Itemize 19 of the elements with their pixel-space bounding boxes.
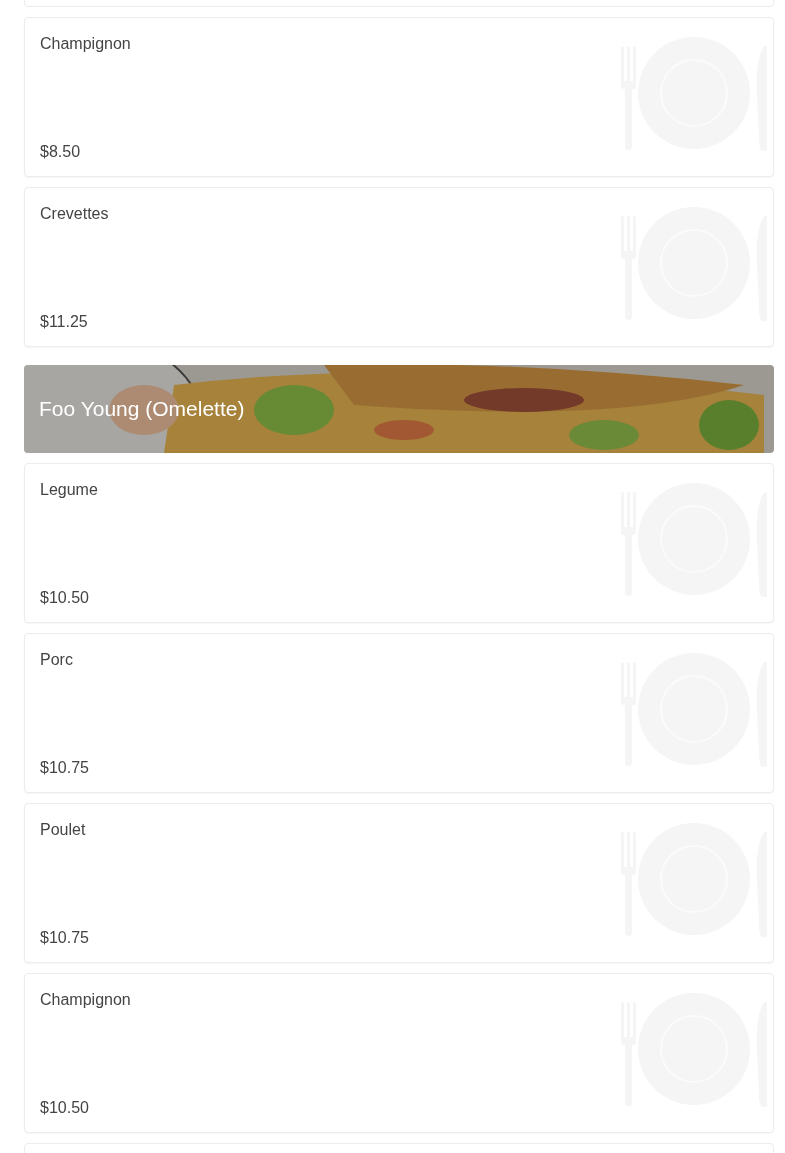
menu-item-card[interactable]: Champignon $10.50 — [24, 973, 774, 1133]
item-price: $10.50 — [40, 1098, 90, 1118]
item-price: $10.75 — [40, 758, 90, 778]
category-title: Foo Young (Omelette) — [39, 396, 245, 423]
menu-item-card[interactable]: Poulet $10.75 — [24, 803, 774, 963]
menu-item-card[interactable]: Champignon $8.50 — [24, 17, 774, 177]
menu-item-card[interactable]: Crevettes $11.25 — [24, 187, 774, 347]
item-price: $10.75 — [40, 928, 90, 948]
item-name: Champignon — [40, 34, 132, 54]
item-price: $11.25 — [40, 312, 89, 332]
menu-item-card[interactable]: Porc $10.75 — [24, 633, 774, 793]
item-name: Champignon — [40, 990, 132, 1010]
item-name: Porc — [40, 650, 74, 670]
item-price: $10.50 — [40, 588, 90, 608]
item-price: $8.50 — [40, 142, 82, 162]
item-name: Legume — [40, 480, 99, 500]
menu-item-card[interactable]: Legume $10.50 — [24, 463, 774, 623]
item-name: Crevettes — [40, 204, 110, 224]
item-name: Poulet — [40, 820, 87, 840]
